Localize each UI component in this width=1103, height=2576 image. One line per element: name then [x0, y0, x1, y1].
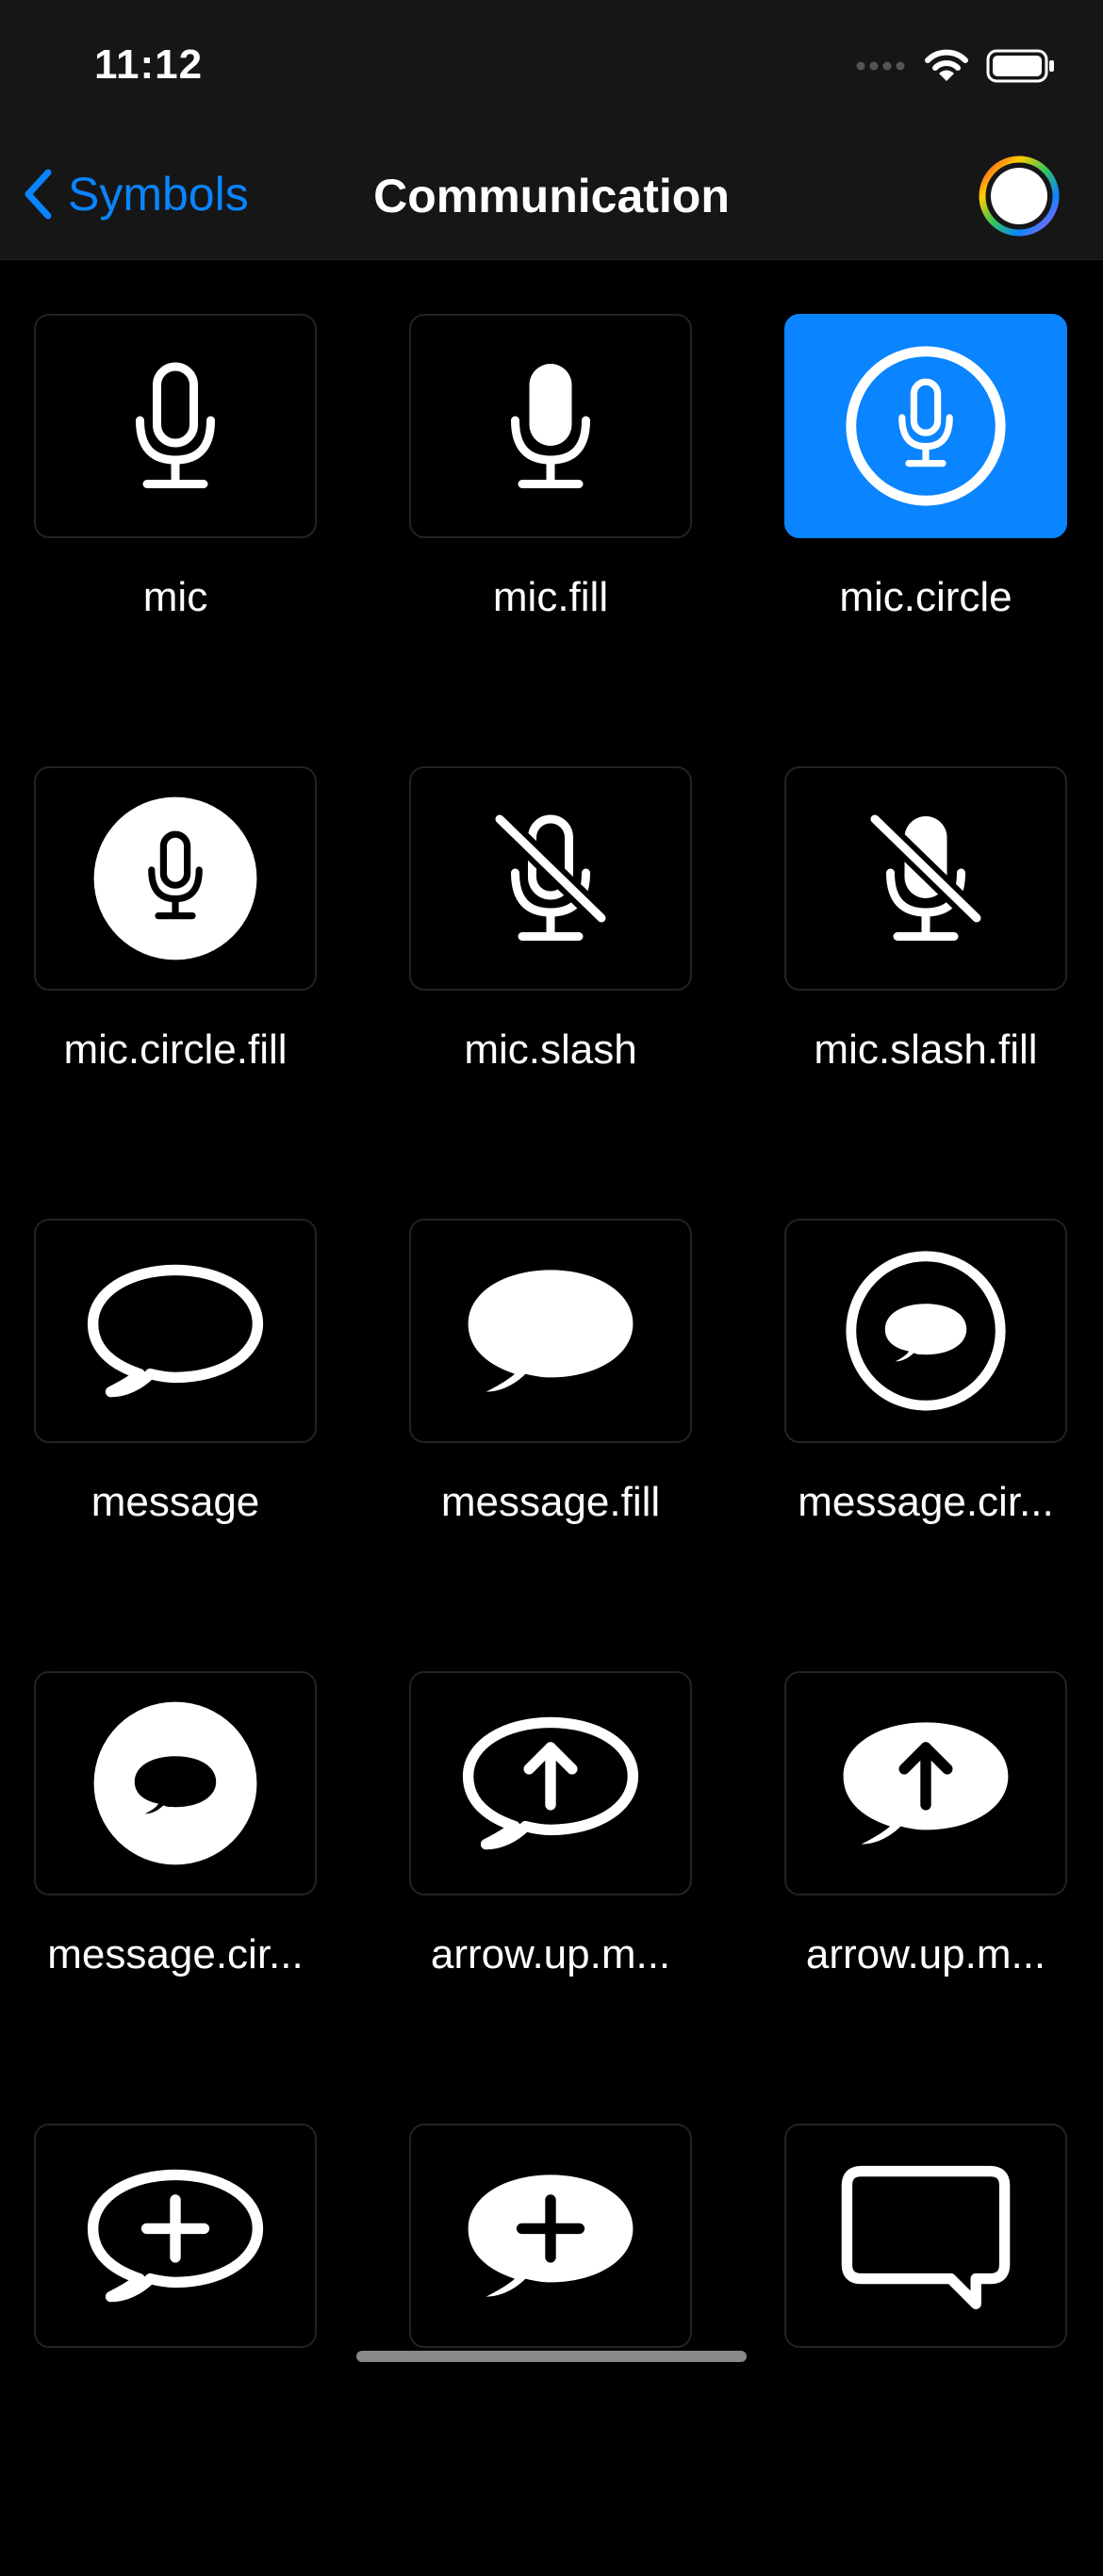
wifi-icon [925, 49, 968, 81]
symbol-label: message.cir... [47, 1931, 304, 1977]
symbol-cell[interactable]: mic.fill [409, 314, 692, 766]
symbol-cell[interactable]: mic.circle [784, 314, 1067, 766]
mic-fill-icon [511, 364, 590, 488]
symbol-tile [784, 1219, 1067, 1443]
symbol-label: message.fill [440, 1479, 661, 1525]
symbol-tile [409, 1219, 692, 1443]
symbol-grid: mic mic.fill mic.circle mic.circle.fill … [34, 314, 1071, 2576]
symbol-tile [784, 2124, 1067, 2348]
symbol-label: mic [142, 574, 208, 620]
color-wheel-icon [979, 156, 1060, 237]
message-fill-icon [468, 1270, 634, 1392]
mic-circle-icon [846, 346, 1006, 506]
color-picker-button[interactable] [979, 156, 1060, 237]
symbol-tile [409, 1671, 692, 1895]
symbol-tile [34, 1671, 317, 1895]
symbol-cell[interactable]: arrow.up.m... [409, 1671, 692, 2124]
symbol-tile [34, 1219, 317, 1443]
plus-message-fill-icon [468, 2174, 634, 2297]
symbol-cell[interactable]: mic.slash [409, 766, 692, 1219]
arrow-up-message-icon [462, 1716, 639, 1850]
symbol-tile [34, 2124, 317, 2348]
mic-icon [136, 362, 215, 488]
status-bar: 11:12 [0, 0, 1103, 133]
symbol-label: message.cir... [798, 1479, 1054, 1525]
symbol-tile [784, 1671, 1067, 1895]
symbol-tile [409, 2124, 692, 2348]
symbol-tile [34, 314, 317, 538]
symbol-cell[interactable] [409, 2124, 692, 2576]
page-title: Communication [373, 170, 730, 222]
message-circle-icon [846, 1251, 1006, 1411]
square-bubble-icon [841, 2165, 1011, 2309]
symbol-tile [409, 766, 692, 991]
symbol-cell[interactable]: mic.slash.fill [784, 766, 1067, 1219]
symbol-tile [34, 766, 317, 991]
home-indicator[interactable] [356, 2351, 747, 2362]
symbol-label: mic.circle [839, 574, 1012, 620]
plus-message-icon [87, 2169, 264, 2303]
symbol-tile-selected [784, 314, 1067, 538]
symbol-cell[interactable] [784, 2124, 1067, 2576]
message-icon [87, 1264, 264, 1398]
message-circle-fill-icon [93, 1701, 257, 1865]
symbol-cell[interactable]: message.cir... [784, 1219, 1067, 1671]
symbol-label: mic.slash.fill [814, 1026, 1038, 1073]
symbol-cell[interactable] [34, 2124, 317, 2576]
mic-circle-fill-icon [93, 796, 257, 960]
symbol-label: mic.slash [464, 1026, 637, 1073]
arrow-up-message-fill-icon [843, 1722, 1009, 1845]
symbol-label: arrow.up.m... [805, 1931, 1046, 1977]
symbol-cell[interactable]: mic.circle.fill [34, 766, 317, 1219]
status-time: 11:12 [94, 41, 204, 88]
symbol-cell[interactable]: message [34, 1219, 317, 1671]
symbol-cell[interactable]: message.fill [409, 1219, 692, 1671]
symbol-cell[interactable]: mic [34, 314, 317, 766]
status-icons [856, 49, 1056, 83]
mic-slash-fill-icon [867, 812, 984, 941]
symbol-label: mic.fill [492, 574, 609, 620]
symbol-cell[interactable]: arrow.up.m... [784, 1671, 1067, 2124]
symbol-tile [784, 766, 1067, 991]
symbol-label: arrow.up.m... [430, 1931, 671, 1977]
cellular-signal-icon [856, 61, 905, 71]
battery-icon [986, 49, 1054, 83]
symbol-label: message [91, 1479, 260, 1525]
symbol-label: mic.circle.fill [63, 1026, 288, 1073]
navigation-bar: Symbols Communication [0, 133, 1103, 260]
symbol-tile [409, 314, 692, 538]
mic-slash-icon [492, 812, 609, 941]
symbol-cell[interactable]: message.cir... [34, 1671, 317, 2124]
